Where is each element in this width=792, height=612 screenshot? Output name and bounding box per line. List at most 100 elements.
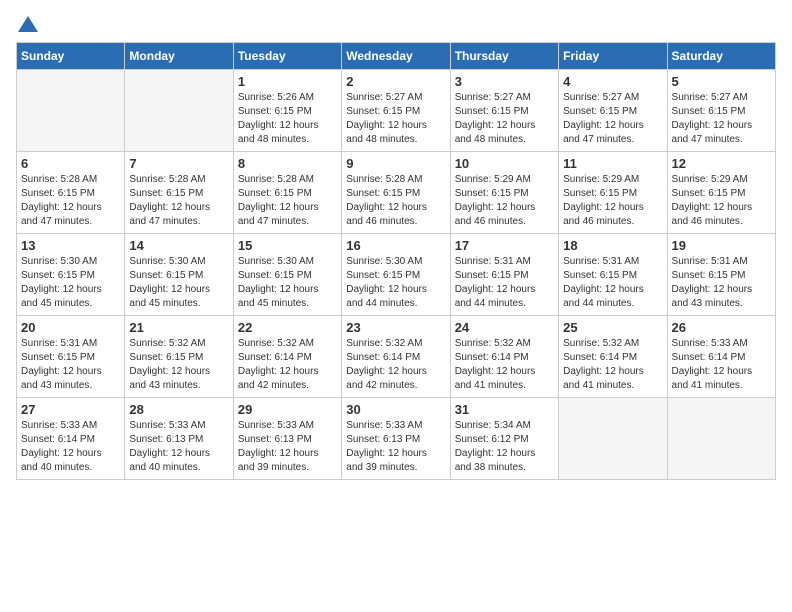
day-number: 11: [563, 156, 662, 171]
day-cell: 7 Sunrise: 5:28 AM Sunset: 6:15 PM Daylig…: [125, 152, 233, 234]
day-number: 8: [238, 156, 337, 171]
week-row-2: 13 Sunrise: 5:30 AM Sunset: 6:15 PM Dayli…: [17, 234, 776, 316]
day-cell: 12 Sunrise: 5:29 AM Sunset: 6:15 PM Dayli…: [667, 152, 775, 234]
day-number: 1: [238, 74, 337, 89]
day-info: Sunrise: 5:32 AM Sunset: 6:14 PM Dayligh…: [346, 337, 445, 393]
day-info: Sunrise: 5:34 AM Sunset: 6:12 PM Dayligh…: [455, 419, 554, 475]
day-cell: [559, 398, 667, 480]
day-cell: 25 Sunrise: 5:32 AM Sunset: 6:14 PM Dayli…: [559, 316, 667, 398]
day-info: Sunrise: 5:28 AM Sunset: 6:15 PM Dayligh…: [238, 173, 337, 229]
day-info: Sunrise: 5:28 AM Sunset: 6:15 PM Dayligh…: [21, 173, 120, 229]
day-info: Sunrise: 5:27 AM Sunset: 6:15 PM Dayligh…: [563, 91, 662, 147]
day-number: 24: [455, 320, 554, 335]
day-number: 16: [346, 238, 445, 253]
day-cell: 15Sunrise: 5:30 AM Sunset: 6:15 PM Dayli…: [233, 234, 341, 316]
day-cell: 20Sunrise: 5:31 AM Sunset: 6:15 PM Dayli…: [17, 316, 125, 398]
day-info: Sunrise: 5:30 AM Sunset: 6:15 PM Dayligh…: [129, 255, 228, 311]
week-row-4: 27Sunrise: 5:33 AM Sunset: 6:14 PM Dayli…: [17, 398, 776, 480]
day-cell: 30 Sunrise: 5:33 AM Sunset: 6:13 PM Dayli…: [342, 398, 450, 480]
day-cell: 24 Sunrise: 5:32 AM Sunset: 6:14 PM Dayli…: [450, 316, 558, 398]
day-number: 3: [455, 74, 554, 89]
day-number: 19: [672, 238, 771, 253]
day-number: 4: [563, 74, 662, 89]
day-number: 27: [21, 402, 120, 417]
day-number: 14: [129, 238, 228, 253]
day-cell: 27Sunrise: 5:33 AM Sunset: 6:14 PM Dayli…: [17, 398, 125, 480]
day-number: 25: [563, 320, 662, 335]
header-row: SundayMondayTuesdayWednesdayThursdayFrid…: [17, 43, 776, 70]
day-number: 22: [238, 320, 337, 335]
calendar-table: SundayMondayTuesdayWednesdayThursdayFrid…: [16, 42, 776, 480]
day-info: Sunrise: 5:28 AM Sunset: 6:15 PM Dayligh…: [346, 173, 445, 229]
day-number: 13: [21, 238, 120, 253]
day-number: 9: [346, 156, 445, 171]
day-cell: 28Sunrise: 5:33 AM Sunset: 6:13 PM Dayli…: [125, 398, 233, 480]
page-header: [16, 16, 776, 34]
day-cell: 9 Sunrise: 5:28 AM Sunset: 6:15 PM Daylig…: [342, 152, 450, 234]
header-saturday: Saturday: [667, 43, 775, 70]
header-tuesday: Tuesday: [233, 43, 341, 70]
day-number: 15: [238, 238, 337, 253]
day-cell: 26Sunrise: 5:33 AM Sunset: 6:14 PM Dayli…: [667, 316, 775, 398]
day-info: Sunrise: 5:29 AM Sunset: 6:15 PM Dayligh…: [563, 173, 662, 229]
day-number: 26: [672, 320, 771, 335]
day-info: Sunrise: 5:31 AM Sunset: 6:15 PM Dayligh…: [672, 255, 771, 311]
day-cell: 14 Sunrise: 5:30 AM Sunset: 6:15 PM Dayli…: [125, 234, 233, 316]
day-cell: 13 Sunrise: 5:30 AM Sunset: 6:15 PM Dayli…: [17, 234, 125, 316]
day-number: 23: [346, 320, 445, 335]
day-info: Sunrise: 5:31 AM Sunset: 6:15 PM Dayligh…: [455, 255, 554, 311]
logo: [16, 16, 38, 34]
logo-triangle-icon: [18, 16, 38, 32]
day-cell: 10 Sunrise: 5:29 AM Sunset: 6:15 PM Dayli…: [450, 152, 558, 234]
day-number: 5: [672, 74, 771, 89]
day-number: 10: [455, 156, 554, 171]
day-info: Sunrise: 5:31 AM Sunset: 6:15 PM Dayligh…: [21, 337, 120, 393]
day-info: Sunrise: 5:32 AM Sunset: 6:14 PM Dayligh…: [563, 337, 662, 393]
day-cell: 23 Sunrise: 5:32 AM Sunset: 6:14 PM Dayli…: [342, 316, 450, 398]
day-number: 30: [346, 402, 445, 417]
day-info: Sunrise: 5:27 AM Sunset: 6:15 PM Dayligh…: [346, 91, 445, 147]
day-info: Sunrise: 5:31 AM Sunset: 6:15 PM Dayligh…: [563, 255, 662, 311]
day-number: 7: [129, 156, 228, 171]
day-cell: 22 Sunrise: 5:32 AM Sunset: 6:14 PM Dayli…: [233, 316, 341, 398]
day-cell: 19 Sunrise: 5:31 AM Sunset: 6:15 PM Dayli…: [667, 234, 775, 316]
week-row-1: 6 Sunrise: 5:28 AM Sunset: 6:15 PM Daylig…: [17, 152, 776, 234]
day-info: Sunrise: 5:32 AM Sunset: 6:14 PM Dayligh…: [238, 337, 337, 393]
day-number: 12: [672, 156, 771, 171]
day-number: 18: [563, 238, 662, 253]
day-number: 31: [455, 402, 554, 417]
day-cell: 16 Sunrise: 5:30 AM Sunset: 6:15 PM Dayli…: [342, 234, 450, 316]
day-info: Sunrise: 5:33 AM Sunset: 6:13 PM Dayligh…: [346, 419, 445, 475]
week-row-0: 1 Sunrise: 5:26 AM Sunset: 6:15 PM Daylig…: [17, 70, 776, 152]
day-number: 6: [21, 156, 120, 171]
day-info: Sunrise: 5:29 AM Sunset: 6:15 PM Dayligh…: [672, 173, 771, 229]
week-row-3: 20Sunrise: 5:31 AM Sunset: 6:15 PM Dayli…: [17, 316, 776, 398]
day-info: Sunrise: 5:30 AM Sunset: 6:15 PM Dayligh…: [346, 255, 445, 311]
day-cell: 1 Sunrise: 5:26 AM Sunset: 6:15 PM Daylig…: [233, 70, 341, 152]
day-cell: 17 Sunrise: 5:31 AM Sunset: 6:15 PM Dayli…: [450, 234, 558, 316]
day-cell: 3 Sunrise: 5:27 AM Sunset: 6:15 PM Daylig…: [450, 70, 558, 152]
day-cell: 8 Sunrise: 5:28 AM Sunset: 6:15 PM Daylig…: [233, 152, 341, 234]
day-cell: 6 Sunrise: 5:28 AM Sunset: 6:15 PM Daylig…: [17, 152, 125, 234]
day-info: Sunrise: 5:33 AM Sunset: 6:13 PM Dayligh…: [129, 419, 228, 475]
header-sunday: Sunday: [17, 43, 125, 70]
day-cell: 21Sunrise: 5:32 AM Sunset: 6:15 PM Dayli…: [125, 316, 233, 398]
day-info: Sunrise: 5:27 AM Sunset: 6:15 PM Dayligh…: [672, 91, 771, 147]
day-info: Sunrise: 5:29 AM Sunset: 6:15 PM Dayligh…: [455, 173, 554, 229]
day-info: Sunrise: 5:26 AM Sunset: 6:15 PM Dayligh…: [238, 91, 337, 147]
day-cell: [125, 70, 233, 152]
day-cell: [667, 398, 775, 480]
day-info: Sunrise: 5:30 AM Sunset: 6:15 PM Dayligh…: [21, 255, 120, 311]
day-cell: 11 Sunrise: 5:29 AM Sunset: 6:15 PM Dayli…: [559, 152, 667, 234]
day-info: Sunrise: 5:28 AM Sunset: 6:15 PM Dayligh…: [129, 173, 228, 229]
header-friday: Friday: [559, 43, 667, 70]
header-monday: Monday: [125, 43, 233, 70]
day-cell: [17, 70, 125, 152]
day-number: 17: [455, 238, 554, 253]
day-cell: 29Sunrise: 5:33 AM Sunset: 6:13 PM Dayli…: [233, 398, 341, 480]
day-number: 2: [346, 74, 445, 89]
day-number: 29: [238, 402, 337, 417]
day-info: Sunrise: 5:32 AM Sunset: 6:14 PM Dayligh…: [455, 337, 554, 393]
day-info: Sunrise: 5:27 AM Sunset: 6:15 PM Dayligh…: [455, 91, 554, 147]
header-wednesday: Wednesday: [342, 43, 450, 70]
